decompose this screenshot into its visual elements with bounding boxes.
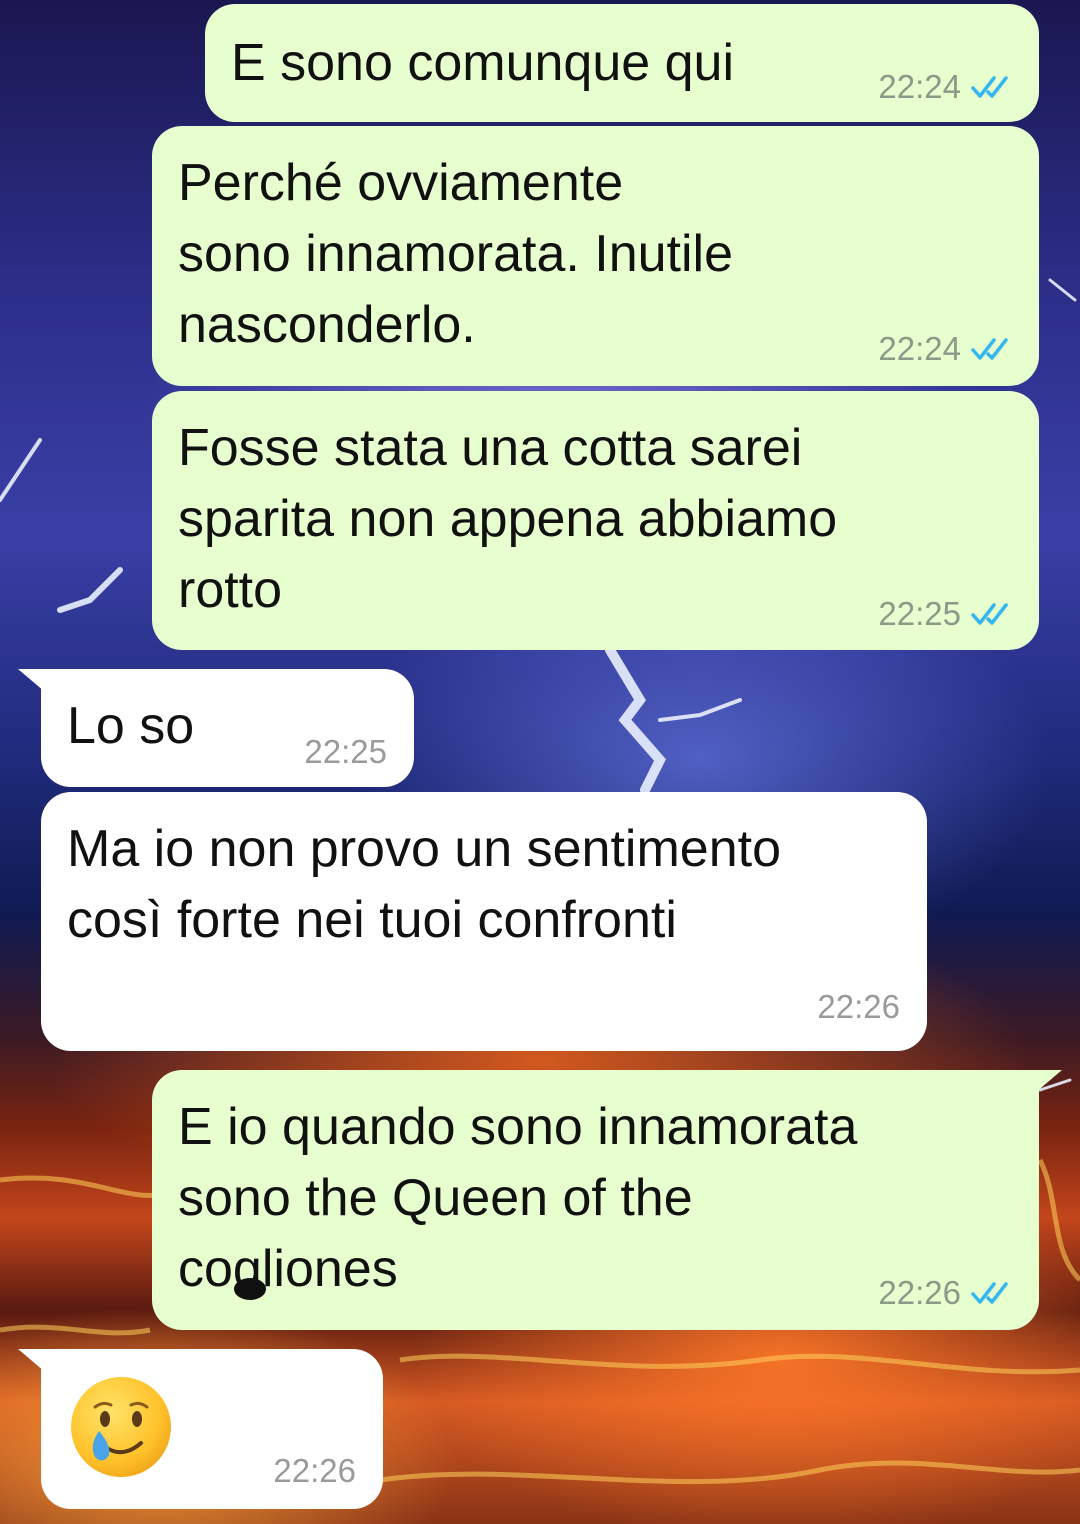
message-bubble-outgoing[interactable]: Perché ovviamente sono innamorata. Inuti… — [152, 126, 1039, 386]
message-meta: 22:25 — [878, 595, 1015, 633]
message-text: Lo so — [67, 697, 195, 755]
message-meta: 22:24 — [878, 68, 1015, 106]
double-check-read-icon — [971, 76, 1008, 98]
message-bubble-incoming[interactable]: Lo so 22:25 — [41, 669, 414, 787]
message-text: Fosse stata una cotta sarei sparita non … — [178, 419, 838, 619]
message-text: E io quando sono innamorata sono the Que… — [178, 1098, 858, 1298]
message-time: 22:25 — [304, 733, 387, 770]
message-time: 22:26 — [817, 988, 900, 1025]
message-text: E sono comunque qui — [231, 34, 735, 92]
message-bubble-outgoing[interactable]: E sono comunque qui 22:24 — [205, 4, 1039, 122]
redaction-mark — [234, 1278, 266, 1300]
face-holding-back-tears-icon — [71, 1377, 171, 1477]
message-text: Ma io non provo un sentimento così forte… — [67, 820, 781, 949]
message-time: 22:26 — [878, 1274, 961, 1311]
message-bubble-outgoing[interactable]: E io quando sono innamorata sono the Que… — [152, 1070, 1039, 1330]
message-meta: 22:26 — [273, 1452, 356, 1490]
message-time: 22:26 — [273, 1452, 356, 1489]
double-check-read-icon — [971, 338, 1008, 360]
message-bubble-incoming[interactable]: 22:26 — [41, 1349, 383, 1509]
message-text: Perché ovviamente sono innamorata. Inuti… — [178, 154, 734, 354]
message-bubble-outgoing[interactable]: Fosse stata una cotta sarei sparita non … — [152, 391, 1039, 650]
message-time: 22:24 — [878, 68, 961, 105]
double-check-read-icon — [971, 1282, 1008, 1304]
message-time: 22:24 — [878, 330, 961, 367]
message-meta: 22:26 — [878, 1274, 1015, 1312]
message-bubble-incoming[interactable]: Ma io non provo un sentimento così forte… — [41, 792, 927, 1051]
message-meta: 22:25 — [304, 733, 387, 771]
message-time: 22:25 — [878, 595, 961, 632]
message-meta: 22:26 — [817, 988, 900, 1026]
double-check-read-icon — [971, 603, 1008, 625]
message-meta: 22:24 — [878, 330, 1015, 368]
